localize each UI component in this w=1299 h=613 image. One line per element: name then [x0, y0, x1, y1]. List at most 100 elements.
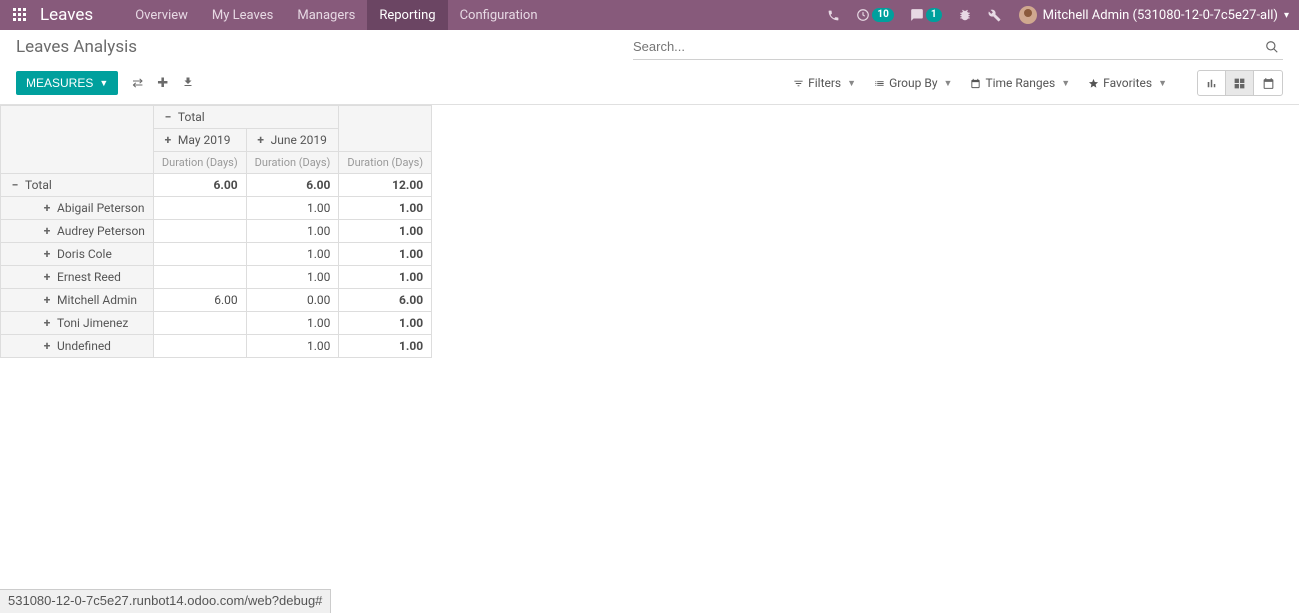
measure-header-june: Duration (Days)	[246, 152, 339, 174]
cell-total-june: 6.00	[246, 174, 339, 197]
user-menu[interactable]: Mitchell Admin (531080-12-0-7c5e27-all) …	[1009, 6, 1299, 24]
caret-down-icon: ▼	[944, 78, 953, 89]
nav-overview[interactable]: Overview	[123, 0, 200, 30]
graph-view-button[interactable]	[1198, 71, 1226, 95]
expand-all-icon[interactable]: ✚	[157, 76, 168, 91]
search-input[interactable]	[633, 39, 1261, 54]
download-icon[interactable]	[182, 76, 194, 91]
user-name-label: Mitchell Admin (531080-12-0-7c5e27-all)	[1043, 8, 1278, 23]
pivot-view-button[interactable]	[1226, 71, 1254, 95]
col-header-may[interactable]: + May 2019	[153, 129, 246, 152]
cell-total-grand: 12.00	[339, 174, 432, 197]
nav-configuration[interactable]: Configuration	[448, 0, 550, 30]
control-panel: Leaves Analysis MEASURES ▼ ⇄ ✚ Filters ▼	[0, 30, 1299, 105]
timeranges-dropdown[interactable]: Time Ranges ▼	[970, 76, 1070, 90]
row-header[interactable]: +Audrey Peterson	[1, 220, 154, 243]
caret-down-icon: ▼	[99, 78, 108, 88]
cell-may: 6.00	[153, 289, 246, 312]
cell-may	[153, 335, 246, 358]
expand-icon[interactable]: +	[162, 133, 174, 147]
row-header[interactable]: +Abigail Peterson	[1, 197, 154, 220]
activities-icon[interactable]: 10	[848, 0, 901, 30]
cell-total: 1.00	[339, 243, 432, 266]
filters-label: Filters	[808, 76, 841, 90]
pivot-table-container: −Total +May 2019 +June 2019 Duration (Da…	[0, 105, 1299, 358]
caret-down-icon: ▾	[1284, 10, 1289, 21]
search-box[interactable]	[633, 34, 1283, 60]
col-total-label: Total	[178, 110, 205, 124]
apps-menu-icon[interactable]	[0, 0, 40, 30]
cell-may	[153, 197, 246, 220]
calendar-view-button[interactable]	[1254, 71, 1282, 95]
pivot-corner-cell	[1, 106, 154, 174]
main-navbar: Leaves Overview My Leaves Managers Repor…	[0, 0, 1299, 30]
cell-june: 1.00	[246, 197, 339, 220]
caret-down-icon: ▼	[1158, 78, 1167, 89]
cell-june: 1.00	[246, 243, 339, 266]
dev-tools-icon[interactable]	[980, 0, 1009, 30]
cell-may	[153, 312, 246, 335]
discuss-icon[interactable]: 1	[902, 0, 950, 30]
activities-badge: 10	[872, 8, 893, 22]
row-header[interactable]: +Undefined	[1, 335, 154, 358]
cell-total: 1.00	[339, 197, 432, 220]
view-switcher	[1197, 70, 1283, 96]
cell-total: 1.00	[339, 266, 432, 289]
row-header[interactable]: +Doris Cole	[1, 243, 154, 266]
flip-axis-icon[interactable]: ⇄	[132, 76, 143, 91]
expand-icon[interactable]: +	[255, 133, 267, 147]
expand-icon[interactable]: +	[41, 201, 53, 215]
groupby-dropdown[interactable]: Group By ▼	[874, 76, 952, 90]
caret-down-icon: ▼	[847, 78, 856, 89]
col-header-grand-total	[339, 106, 432, 152]
cell-may	[153, 243, 246, 266]
row-header[interactable]: +Ernest Reed	[1, 266, 154, 289]
cell-total-may: 6.00	[153, 174, 246, 197]
row-header[interactable]: +Toni Jimenez	[1, 312, 154, 335]
measure-header-total: Duration (Days)	[339, 152, 432, 174]
col-may-label: May 2019	[178, 133, 231, 147]
cell-june: 0.00	[246, 289, 339, 312]
cell-total: 1.00	[339, 335, 432, 358]
page-title: Leaves Analysis	[16, 37, 137, 57]
status-bar: 531080-12-0-7c5e27.runbot14.odoo.com/web…	[0, 589, 331, 613]
row-header-total[interactable]: −Total	[1, 174, 154, 197]
expand-icon[interactable]: +	[41, 224, 53, 238]
expand-icon[interactable]: +	[41, 316, 53, 330]
cell-june: 1.00	[246, 266, 339, 289]
cell-may	[153, 220, 246, 243]
search-icon[interactable]	[1261, 40, 1283, 54]
collapse-icon[interactable]: −	[9, 178, 21, 192]
nav-managers[interactable]: Managers	[285, 0, 367, 30]
collapse-icon[interactable]: −	[162, 110, 174, 124]
filters-dropdown[interactable]: Filters ▼	[793, 76, 856, 90]
row-header[interactable]: +Mitchell Admin	[1, 289, 154, 312]
cell-june: 1.00	[246, 312, 339, 335]
avatar-icon	[1019, 6, 1037, 24]
col-june-label: June 2019	[271, 133, 327, 147]
col-header-total[interactable]: −Total	[153, 106, 338, 129]
discuss-badge: 1	[926, 8, 942, 22]
expand-icon[interactable]: +	[41, 247, 53, 261]
measures-button[interactable]: MEASURES ▼	[16, 71, 118, 95]
favorites-dropdown[interactable]: Favorites ▼	[1088, 76, 1167, 90]
col-header-june[interactable]: + June 2019	[246, 129, 339, 152]
expand-icon[interactable]: +	[41, 270, 53, 284]
expand-icon[interactable]: +	[41, 339, 53, 353]
cell-june: 1.00	[246, 335, 339, 358]
expand-icon[interactable]: +	[41, 293, 53, 307]
nav-my-leaves[interactable]: My Leaves	[200, 0, 285, 30]
cell-total: 1.00	[339, 220, 432, 243]
cell-june: 1.00	[246, 220, 339, 243]
debug-icon[interactable]	[950, 0, 980, 30]
cell-total: 1.00	[339, 312, 432, 335]
cell-may	[153, 266, 246, 289]
favorites-label: Favorites	[1103, 76, 1152, 90]
measures-label: MEASURES	[26, 76, 93, 90]
app-brand[interactable]: Leaves	[40, 5, 93, 25]
voip-icon[interactable]	[819, 0, 848, 30]
nav-reporting[interactable]: Reporting	[367, 0, 447, 30]
groupby-label: Group By	[889, 76, 937, 90]
timeranges-label: Time Ranges	[985, 76, 1055, 90]
pivot-table: −Total +May 2019 +June 2019 Duration (Da…	[0, 105, 432, 358]
